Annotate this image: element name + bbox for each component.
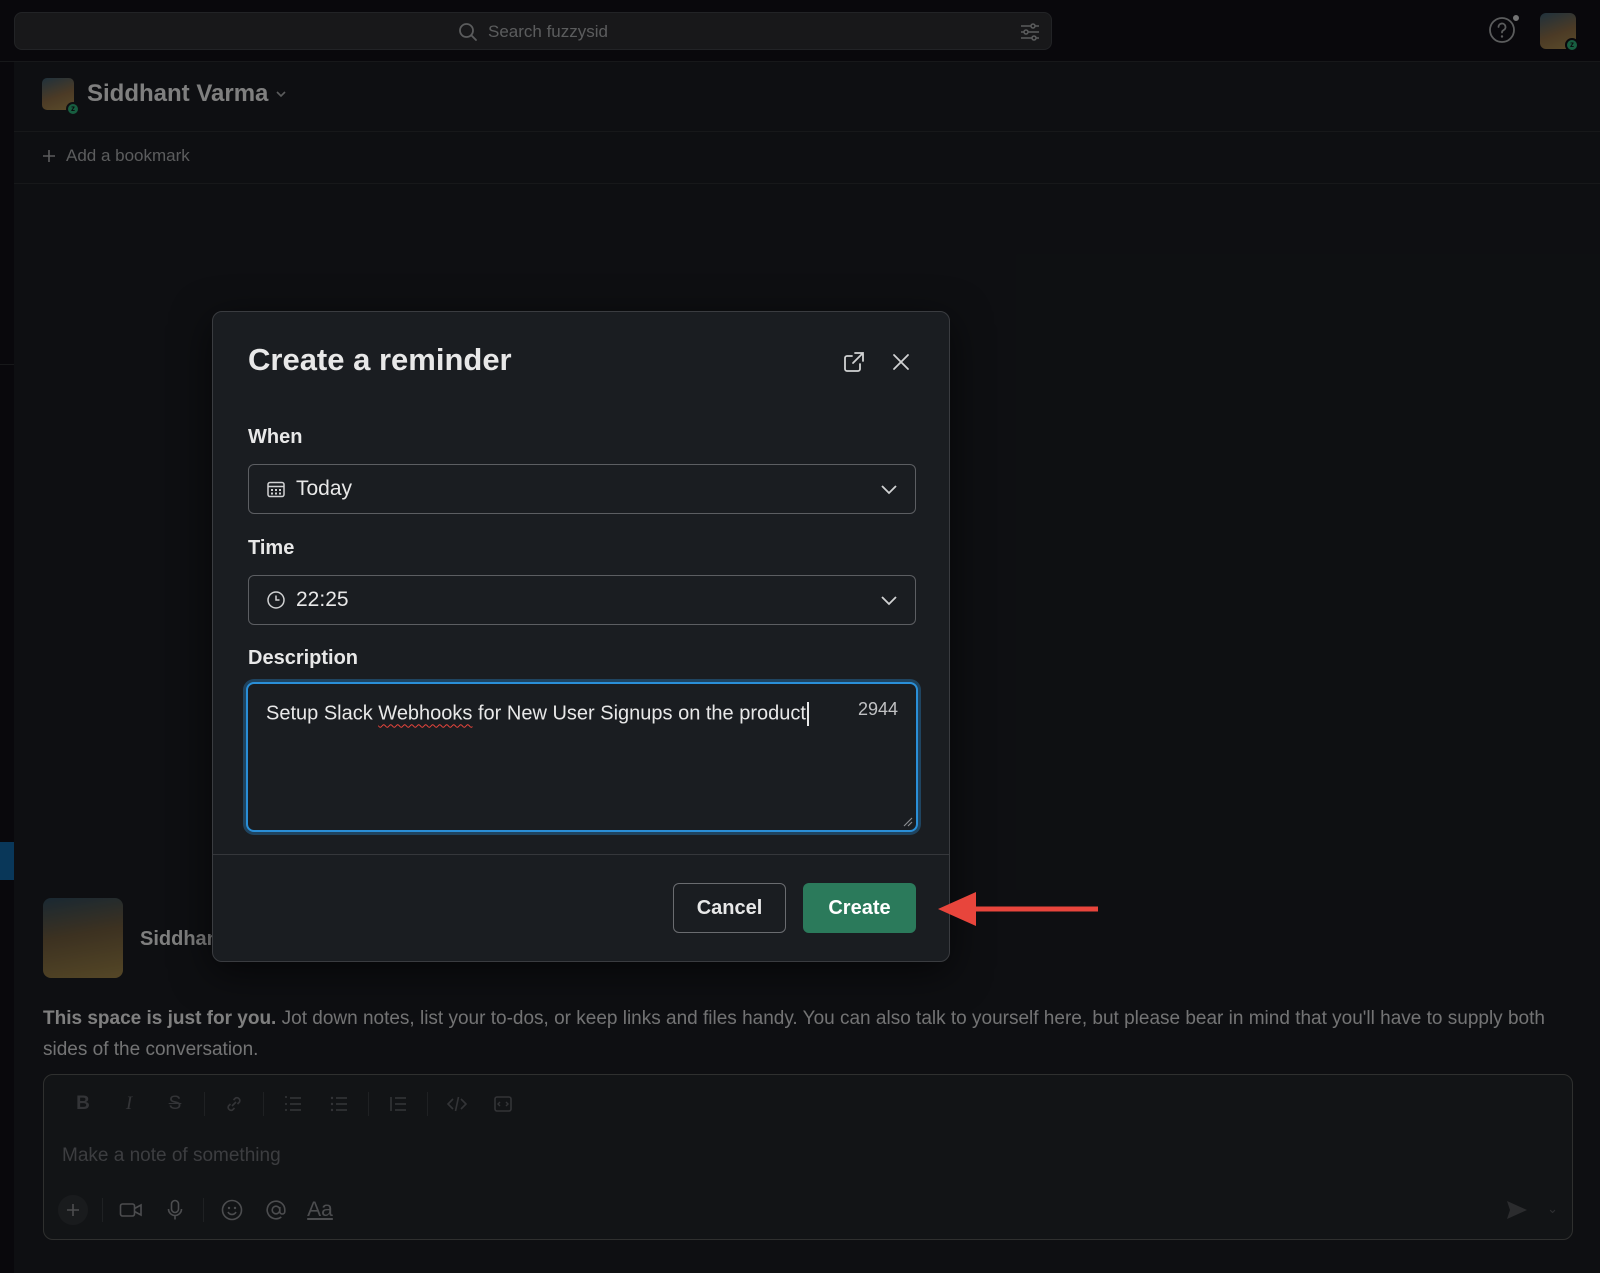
dialog-title: Create a reminder	[248, 342, 512, 377]
time-select[interactable]: 22:25	[248, 575, 916, 625]
when-label: When	[248, 426, 303, 448]
close-icon[interactable]	[889, 350, 913, 374]
dialog-footer-divider	[213, 854, 949, 855]
text-caret	[806, 702, 809, 726]
create-button[interactable]: Create	[803, 883, 916, 933]
character-count: 2944	[857, 699, 898, 719]
clock-icon	[267, 591, 285, 609]
external-link-icon[interactable]	[842, 350, 866, 374]
description-input[interactable]: Setup Slack Webhooks for New User Signup…	[246, 682, 918, 832]
chevron-down-icon	[881, 485, 897, 495]
description-text-end: for New User Signups on the product	[472, 702, 806, 725]
chevron-down-icon	[881, 596, 897, 606]
misspelled-word[interactable]: Webhooks	[378, 702, 472, 724]
description-text-start: Setup Slack	[266, 702, 379, 725]
when-select[interactable]: Today	[248, 464, 916, 514]
description-label: Description	[248, 647, 359, 669]
description-text: Setup Slack Webhooks for New User Signup…	[266, 702, 809, 726]
cancel-button[interactable]: Cancel	[673, 883, 786, 933]
create-reminder-dialog: Create a reminder When Today Time 22:25 …	[212, 311, 950, 962]
calendar-icon	[267, 481, 285, 498]
annotation-arrow-icon	[938, 892, 1098, 926]
resize-handle-icon[interactable]	[901, 815, 913, 827]
when-value: Today	[296, 477, 353, 500]
time-value: 22:25	[296, 588, 349, 611]
time-label: Time	[248, 537, 295, 559]
